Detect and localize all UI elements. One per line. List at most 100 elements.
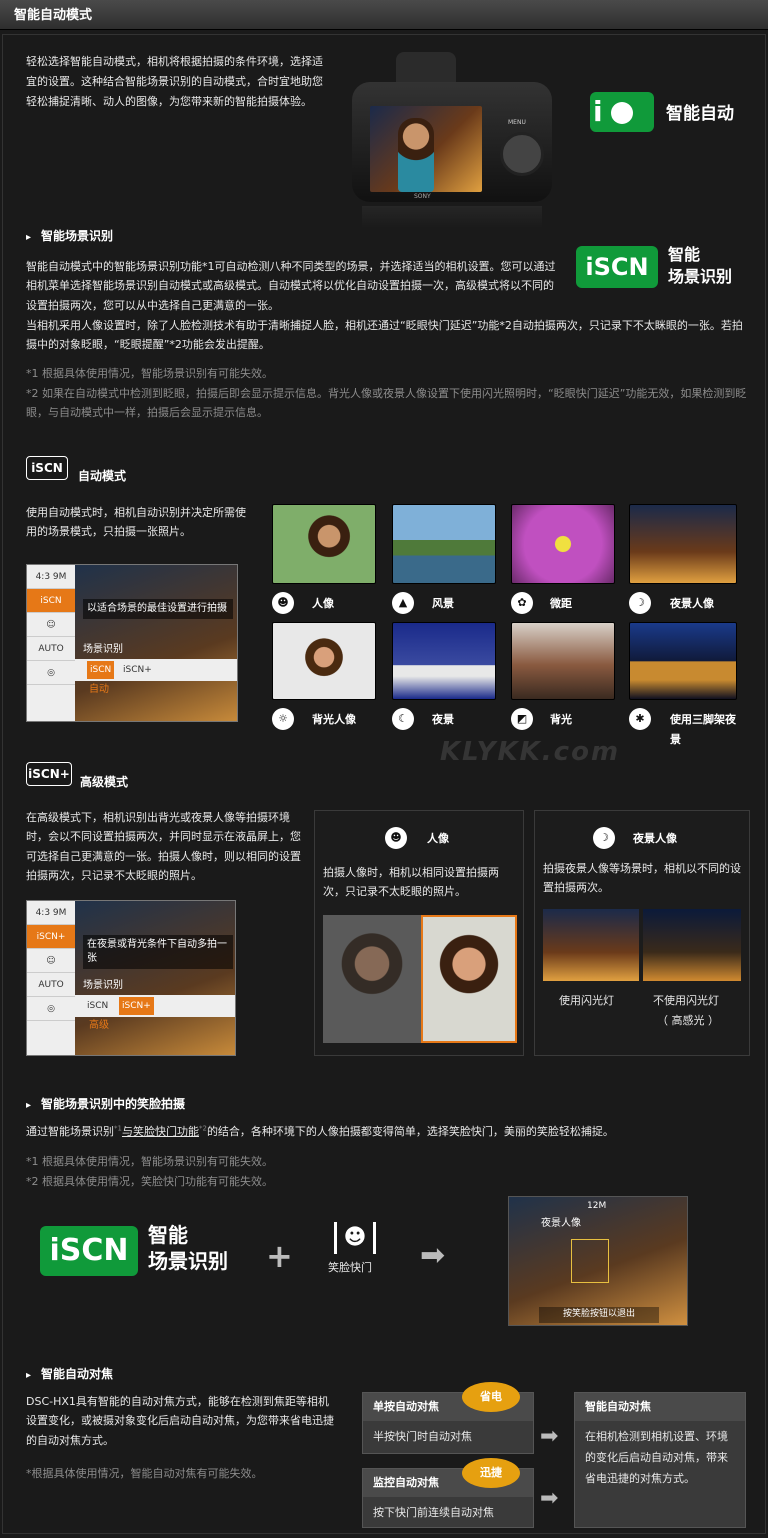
adv-menu-screen: 4:3 9M iSCN+ ☺ AUTO ◎ 在夜景或背光条件下自动多拍一张 场景… — [26, 900, 236, 1056]
scene-paragraph-2: 当相机采用人像设置时，除了人脸检测技术有助于清晰捕捉人脸，相机还通过“眨眼快门延… — [26, 319, 743, 352]
screen-hint: 按笑脸按钮以退出 — [539, 1307, 659, 1323]
backlight-icon: ◩ — [511, 708, 533, 730]
scene-label-backlight-portrait: 背光人像 — [312, 713, 356, 726]
auto-menu-screen: 4:3 9M iSCN ☺ AUTO ◎ 以适合场景的最佳设置进行拍摄 场景识别… — [26, 564, 238, 722]
bubble-fast: 迅捷 — [462, 1458, 520, 1488]
af-smart-box: 智能自动对焦 在相机检测到相机设置、环境的变化后启动自动对焦，带来省电迅捷的对焦… — [574, 1392, 746, 1528]
smile-sup2: *2 — [198, 1124, 207, 1133]
adv-mode-badge: iSCN+ — [26, 762, 72, 786]
portrait-box-icon: ☻ — [385, 827, 407, 849]
menu-item-eye: ◎ — [27, 661, 75, 685]
screen-resolution: 12M — [587, 1201, 607, 1211]
auto-mode-title: 自动模式 — [78, 466, 126, 487]
adv-menu-item-auto: AUTO — [27, 973, 75, 997]
intelligent-auto-logo: i 智能自动 — [590, 92, 740, 136]
night-portrait-icon: ☽ — [629, 592, 651, 614]
menu-item-iscn: iSCN — [27, 589, 75, 613]
adv-badge-text: iSCN+ — [28, 767, 70, 781]
smile-text-c: 的结合，各种环境下的人像拍摄都变得简单，选择笑脸快门，美丽的笑脸轻松捕捉。 — [206, 1125, 614, 1138]
night-caption-noflash: 不使用闪光灯 — [653, 994, 719, 1007]
scene-label-backlight: 背光 — [550, 713, 572, 726]
portrait-box-title: 人像 — [427, 832, 449, 845]
smile-note-1: *1 根据具体使用情况，智能场景识别有可能失效。 — [26, 1155, 273, 1168]
scene-label-macro: 微距 — [550, 597, 572, 610]
scene-label-night: 夜景 — [432, 713, 454, 726]
af-smart-text: 在相机检测到相机设置、环境的变化后启动自动对焦，带来省电迅捷的对焦方式。 — [585, 1430, 728, 1485]
scene-photo-night-portrait — [629, 504, 737, 584]
iscn-logo: iSCN 智能 场景识别 — [576, 244, 746, 294]
adv-menu-item-iscn: iSCN+ — [27, 925, 75, 949]
night-flash-photo — [543, 909, 639, 981]
af-single-text: 半按快门时自动对焦 — [373, 1430, 472, 1443]
screen-scene-label: 夜景人像 — [541, 1218, 581, 1229]
bubble-power-save: 省电 — [462, 1382, 520, 1412]
menu-item-smile: ☺ — [27, 613, 75, 637]
night-box-title: 夜景人像 — [633, 832, 677, 845]
intro-text: 轻松选择智能自动模式，相机将根据拍摄的条件环境，选择适宜的设置。这种结合智能场景… — [26, 55, 323, 108]
portrait-box-text: 拍摄人像时，相机以相同设置拍摄两次，只记录不太眨眼的照片。 — [323, 866, 499, 899]
smile-lcd-screen: 12M 夜景人像 按笑脸按钮以退出 — [508, 1196, 688, 1326]
smile-sup1: *1 — [114, 1124, 122, 1133]
page-title: 智能自动模式 — [14, 8, 93, 23]
adv-menu-item-size: 4:3 9M — [27, 901, 75, 925]
scene-photo-night — [392, 622, 496, 700]
smile-shutter-icon: ☻ — [334, 1222, 376, 1254]
tripod-night-icon: ✱ — [629, 708, 651, 730]
menu-opt-iscn: iSCN — [87, 661, 115, 679]
scene-label-portrait: 人像 — [312, 597, 334, 610]
menu-item-size: 4:3 9M — [27, 565, 75, 589]
iscn-logo-icon: iSCN — [576, 246, 658, 288]
smile-shutter-label: 笑脸快门 — [328, 1261, 372, 1274]
section-heading-af: 智能自动对焦 — [26, 1364, 113, 1385]
menu-row-mode: 自动 — [89, 684, 109, 695]
menu-opt-iscn-plus: iSCN+ — [123, 665, 152, 675]
landscape-icon: ▲ — [392, 592, 414, 614]
camera-menu-label: MENU — [508, 119, 526, 126]
menu-row-scene: 场景识别 — [83, 644, 123, 655]
watermark: KLYKK.com — [440, 737, 621, 767]
auto-mode-badge: iSCN — [26, 456, 68, 480]
smile-iscn-icon: iSCN — [40, 1226, 138, 1276]
af-note: *根据具体使用情况，智能自动对焦有可能失效。 — [26, 1467, 263, 1480]
smile-text: 通过智能场景识别*1与笑脸快门功能*2的结合，各种环境下的人像拍摄都变得简单，选… — [26, 1122, 756, 1141]
scene-photo-tripod-night — [629, 622, 737, 700]
section-heading-scene: 智能场景识别 — [26, 226, 113, 247]
camera-image: MENU SONY — [352, 52, 552, 228]
iscn-logo-label2: 场景识别 — [668, 267, 733, 286]
scene-label-night-portrait: 夜景人像 — [670, 597, 714, 610]
adv-menu-popup-text: 在夜景或背光条件下自动多拍一张 — [83, 935, 233, 969]
af-monitor-text: 按下快门前连续自动对焦 — [373, 1506, 494, 1519]
adv-mode-title-text: 高级模式 — [80, 775, 129, 789]
smile-logo-label1: 智能 — [148, 1223, 188, 1247]
smile-text-a: 通过智能场景识别 — [26, 1125, 114, 1138]
camera-brand: SONY — [414, 193, 431, 200]
adv-menu-opt-iscn: iSCN — [87, 1001, 109, 1011]
adv-menu-row-mode: 高级 — [89, 1020, 109, 1031]
auto-mode-title-text: 自动模式 — [78, 469, 127, 483]
iscn-logo-label1: 智能 — [668, 245, 701, 264]
camera-i-icon: i — [590, 92, 654, 132]
adv-menu-sidebar: 4:3 9M iSCN+ ☺ AUTO ◎ — [27, 901, 75, 1055]
scene-photo-backlight — [511, 622, 615, 700]
scene-note-2: *2 如果在自动模式中检测到眨眼，拍摄后即会显示提示信息。背光人像或夜景人像设置… — [26, 387, 747, 420]
adv-menu-opt-iscn-plus: iSCN+ — [119, 997, 154, 1015]
scene-note-1: *1 根据具体使用情况，智能场景识别有可能失效。 — [26, 367, 273, 380]
auto-mode-text: 使用自动模式时，相机自动识别并决定所需使用的场景模式，只拍摄一张照片。 — [26, 506, 246, 539]
night-box-text: 拍摄夜景人像等场景时，相机以不同的设置拍摄两次。 — [543, 862, 741, 895]
night-portrait-box-icon: ☽ — [593, 827, 615, 849]
auto-badge-text: iSCN — [31, 461, 63, 475]
night-noflash-photo — [643, 909, 741, 981]
menu-item-auto: AUTO — [27, 637, 75, 661]
scene-photo-macro — [511, 504, 615, 584]
night-caption-flash: 使用闪光灯 — [559, 994, 614, 1007]
scene-paragraph-1: 智能自动模式中的智能场景识别功能*1可自动检测八种不同类型的场景，并选择适当的相… — [26, 260, 556, 312]
scene-label-tripod-night: 使用三脚架夜景 — [670, 713, 736, 746]
adv-mode-text: 在高级模式下，相机识别出背光或夜景人像等拍摄环境时，会以不同设置拍摄两次，并同时… — [26, 811, 301, 882]
night-icon: ☾ — [392, 708, 414, 730]
macro-icon: ✿ — [511, 592, 533, 614]
portrait-compare-right — [421, 915, 517, 1043]
smile-link[interactable]: 与笑脸快门功能 — [122, 1125, 199, 1138]
adv-menu-item-eye: ◎ — [27, 997, 75, 1021]
adv-mode-title: 高级模式 — [80, 772, 128, 793]
smile-note-2: *2 根据具体使用情况，笑脸快门功能有可能失效。 — [26, 1175, 273, 1188]
